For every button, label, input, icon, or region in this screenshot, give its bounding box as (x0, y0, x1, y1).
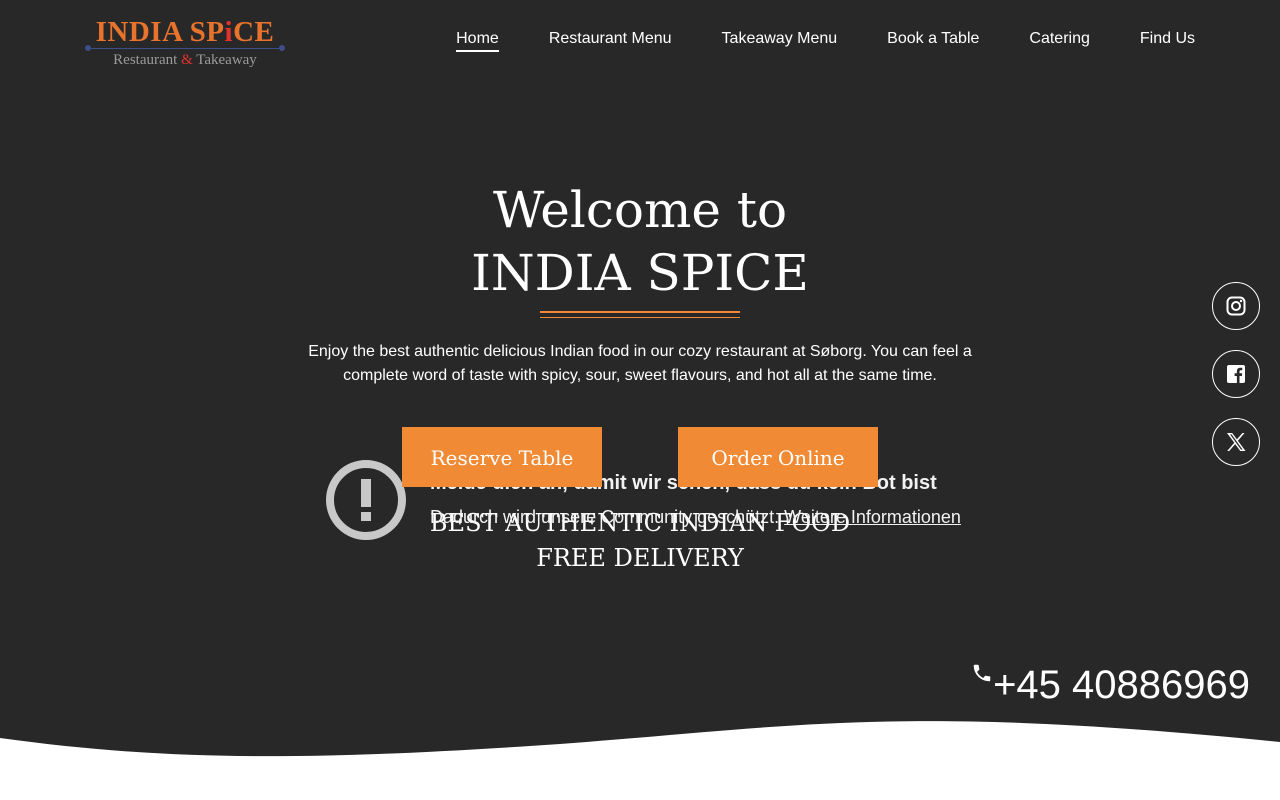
main-nav: Home Restaurant Menu Takeaway Menu Book … (456, 29, 1195, 52)
restaurant-name-heading: INDIA SPICE (471, 244, 809, 302)
logo-wordmark: INDIA SPiCE (95, 16, 275, 48)
instagram-button[interactable] (1212, 282, 1260, 330)
x-twitter-button[interactable] (1212, 418, 1260, 466)
bot-check-text: Dadurch wird unsere Community geschützt.… (430, 506, 961, 528)
logo[interactable]: INDIA SPiCE Restaurant & Takeaway (85, 10, 285, 70)
intro-text: Enjoy the best authentic delicious India… (308, 343, 972, 384)
reserve-table-button[interactable]: Reserve Table (402, 427, 602, 487)
bot-check-message: Dadurch wird unsere Community geschützt. (430, 507, 785, 527)
tagline-delivery: FREE DELIVERY (536, 544, 744, 572)
nav-home[interactable]: Home (456, 29, 499, 52)
facebook-button[interactable] (1212, 350, 1260, 398)
logo-rule (91, 48, 279, 49)
nav-catering[interactable]: Catering (1029, 29, 1089, 49)
alert-icon (326, 460, 406, 540)
order-online-button[interactable]: Order Online (678, 427, 878, 487)
heading-divider (540, 311, 740, 313)
heading-divider (540, 317, 740, 318)
nav-restaurant-menu[interactable]: Restaurant Menu (549, 29, 672, 49)
nav-takeaway-menu[interactable]: Takeaway Menu (722, 29, 838, 49)
hero-section: INDIA SPiCE Restaurant & Takeaway Home R… (0, 0, 1280, 760)
x-twitter-icon (1227, 433, 1246, 451)
facebook-icon (1227, 365, 1245, 383)
section-wave-divider (0, 721, 1280, 800)
phone-icon (973, 664, 991, 682)
nav-book-a-table[interactable]: Book a Table (887, 29, 979, 49)
instagram-icon (1226, 296, 1246, 316)
more-info-link[interactable]: Weitere Informationen (784, 507, 961, 527)
logo-subtitle: Restaurant & Takeaway (113, 52, 257, 68)
welcome-heading: Welcome to (492, 181, 788, 239)
nav-find-us[interactable]: Find Us (1140, 29, 1195, 49)
